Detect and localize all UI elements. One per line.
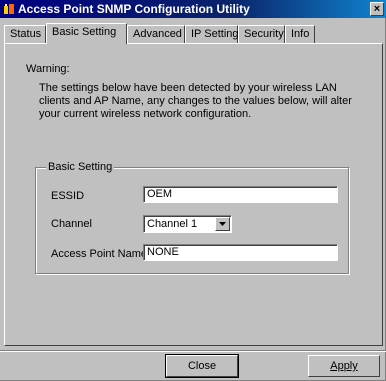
close-button[interactable]: Close <box>165 354 239 378</box>
tab-strip: Status Basic Setting Advanced IP Setting… <box>4 23 384 44</box>
ap-name-label: Access Point Name <box>51 248 147 260</box>
chevron-down-icon[interactable] <box>215 217 230 231</box>
warning-label: Warning: <box>26 63 70 75</box>
ap-name-input[interactable]: NONE <box>143 244 338 261</box>
tab-info[interactable]: Info <box>285 25 315 43</box>
tab-basic-setting[interactable]: Basic Setting <box>46 23 127 44</box>
basic-setting-group-label: Basic Setting <box>46 161 115 173</box>
tab-advanced[interactable]: Advanced <box>127 25 185 43</box>
essid-input[interactable]: OEM <box>143 186 338 203</box>
warning-text: The settings below have been detected by… <box>39 82 352 120</box>
app-icon <box>4 4 14 14</box>
apply-button[interactable]: Apply <box>308 355 380 377</box>
channel-label: Channel <box>51 218 92 230</box>
title-bar[interactable]: Access Point SNMP Configuration Utility … <box>0 0 386 18</box>
window-title: Access Point SNMP Configuration Utility <box>18 2 250 16</box>
tab-ip-setting[interactable]: IP Setting <box>185 25 239 43</box>
divider <box>0 350 386 352</box>
tab-status[interactable]: Status <box>4 25 46 43</box>
close-window-icon[interactable]: × <box>370 2 384 16</box>
channel-value: Channel 1 <box>147 218 198 230</box>
tab-security[interactable]: Security <box>238 25 285 43</box>
config-utility-window: Access Point SNMP Configuration Utility … <box>0 0 386 381</box>
channel-select[interactable]: Channel 1 <box>143 215 232 233</box>
essid-label: ESSID <box>51 190 85 202</box>
apply-label: Apply <box>330 360 358 372</box>
